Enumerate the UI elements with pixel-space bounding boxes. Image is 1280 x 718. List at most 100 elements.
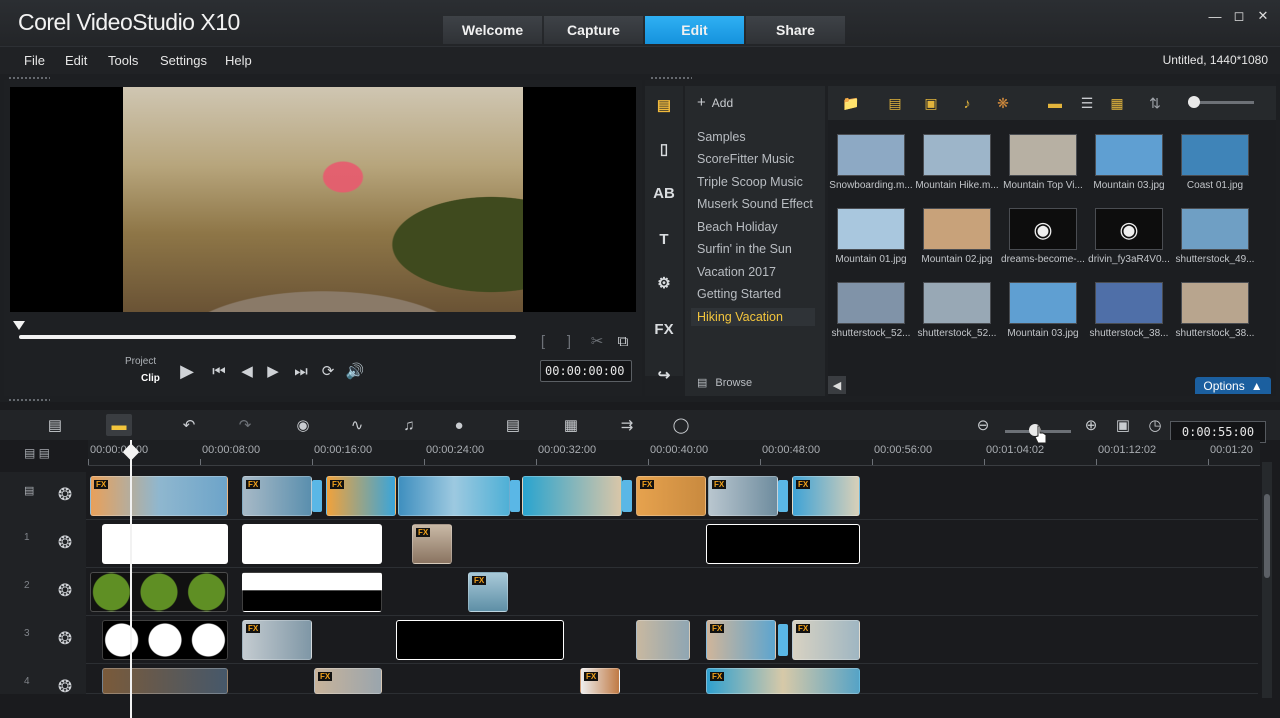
library-thumb[interactable]: shutterstock_52... <box>828 282 914 339</box>
overlay-clip[interactable]: FX <box>314 668 382 694</box>
sort-icon[interactable]: ⇅ <box>1144 92 1166 114</box>
thumb-size-handle[interactable] <box>1188 96 1200 108</box>
path-icon[interactable]: ↪ <box>651 364 677 386</box>
library-thumb[interactable]: Mountain Top Vi... <box>1000 134 1086 191</box>
timeline-clip[interactable]: FX <box>636 476 706 516</box>
overlay-clip[interactable]: FX <box>412 524 452 564</box>
folder-item[interactable]: Surfin' in the Sun <box>697 242 792 256</box>
graphic-icon[interactable]: ⚙ <box>651 272 677 294</box>
transition-marker[interactable] <box>778 480 788 512</box>
library-thumb[interactable]: ◉ dreams-become-... <box>1000 208 1086 265</box>
view-grid-icon[interactable]: ▦ <box>1106 92 1128 114</box>
menu-settings[interactable]: Settings <box>160 53 207 68</box>
zoom-out-icon[interactable]: ⊖ <box>970 414 996 436</box>
overlay-clip[interactable]: FX <box>580 668 620 694</box>
zoom-in-icon[interactable]: ⊕ <box>1078 414 1104 436</box>
enlarge-preview-icon[interactable]: ⧉ <box>612 330 634 352</box>
library-thumb[interactable]: ◉ drivin_fy3aR4V0... <box>1086 208 1172 265</box>
preview-window[interactable] <box>10 87 636 312</box>
library-thumb[interactable]: Mountain 02.jpg <box>914 208 1000 265</box>
folder-icon[interactable]: 📁 <box>840 92 862 114</box>
show-videos-icon[interactable]: ▤ <box>884 92 906 114</box>
multi-camera-icon[interactable]: ▦ <box>558 414 584 436</box>
options-button[interactable]: Options ▲ <box>1195 377 1271 394</box>
view-thumbnail-icon[interactable]: ▬ <box>1044 92 1066 114</box>
overlay-clip[interactable]: FX <box>792 620 860 660</box>
transition-marker[interactable] <box>510 480 520 512</box>
film-reel-icon[interactable]: ❂ <box>54 484 76 506</box>
transition-marker[interactable] <box>778 624 788 656</box>
home-icon[interactable]: ⏮ <box>208 360 230 382</box>
tab-welcome[interactable]: Welcome <box>443 16 542 44</box>
overlay-clip[interactable] <box>636 620 690 660</box>
record-capture-icon[interactable]: ◉ <box>290 414 316 436</box>
show-audio-icon[interactable]: ♪ <box>956 92 978 114</box>
instant-project-icon[interactable]: ▯ <box>651 138 677 160</box>
timeline-clip[interactable]: FX <box>90 476 228 516</box>
close-icon[interactable]: ✕ <box>1252 6 1274 26</box>
maximize-icon[interactable]: ◻ <box>1228 6 1250 26</box>
show-photos-icon[interactable]: ▣ <box>920 92 942 114</box>
prev-frame-icon[interactable]: ◀ <box>236 360 258 382</box>
library-thumb[interactable]: shutterstock_49... <box>1172 208 1258 265</box>
play-icon[interactable]: ▶ <box>176 360 198 382</box>
timeline-view-icon[interactable]: ▬ <box>106 414 132 436</box>
library-thumb[interactable]: Snowboarding.m... <box>828 134 914 191</box>
playhead[interactable] <box>130 440 132 718</box>
timeline-clip[interactable]: FX <box>792 476 860 516</box>
timeline-clip[interactable]: FX <box>326 476 396 516</box>
library-thumb[interactable]: Mountain 01.jpg <box>828 208 914 265</box>
folder-item[interactable]: Beach Holiday <box>697 220 778 234</box>
minimize-icon[interactable]: — <box>1204 6 1226 26</box>
filter-icon[interactable]: FX <box>651 318 677 340</box>
overlay-clip[interactable]: FX <box>706 620 776 660</box>
tab-edit[interactable]: Edit <box>645 16 744 44</box>
view-list-icon[interactable]: ☰ <box>1076 92 1098 114</box>
ripple-edit-icon[interactable]: ▤ <box>24 484 34 497</box>
folder-item[interactable]: Samples <box>697 130 746 144</box>
overlay-clip[interactable] <box>102 668 228 694</box>
overlay-clip[interactable]: FX <box>706 668 860 694</box>
scrubber-track[interactable] <box>19 335 516 339</box>
menu-edit[interactable]: Edit <box>65 53 87 68</box>
folder-item[interactable]: Vacation 2017 <box>697 265 776 279</box>
timecode-field[interactable]: 00:00:00:00 <box>540 360 632 382</box>
library-thumb[interactable]: Coast 01.jpg <box>1172 134 1258 191</box>
repeat-icon[interactable]: ⟳ <box>317 360 339 382</box>
library-thumb[interactable]: shutterstock_52... <box>914 282 1000 339</box>
transition-icon[interactable]: AB <box>651 182 677 204</box>
time-ruler[interactable]: 00:00:00:00 00:00:08:00 00:00:16:00 00:0… <box>88 440 1260 466</box>
film-reel-icon[interactable]: ❂ <box>54 580 76 602</box>
subtitle-editor-icon[interactable]: ▤ <box>500 414 526 436</box>
transition-marker[interactable] <box>312 480 322 512</box>
library-thumb[interactable]: Mountain 03.jpg <box>1086 134 1172 191</box>
folder-item[interactable]: Triple Scoop Music <box>697 175 803 189</box>
mode-project[interactable]: Project <box>125 356 156 367</box>
library-thumb[interactable]: Mountain 03.jpg <box>1000 282 1086 339</box>
mask-creator-icon[interactable]: ◯ <box>668 414 694 436</box>
overlay-clip[interactable]: FX <box>468 572 508 612</box>
library-thumb[interactable]: shutterstock_38... <box>1086 282 1172 339</box>
overlay-clip[interactable] <box>242 572 382 612</box>
overlay-clip[interactable] <box>706 524 860 564</box>
overlay-clip[interactable] <box>396 620 564 660</box>
browse-button[interactable]: ▤ Browse <box>697 376 752 389</box>
fit-project-icon[interactable]: ▣ <box>1110 414 1136 436</box>
timeline-clip[interactable]: FX <box>242 476 312 516</box>
volume-icon[interactable]: 🔊 <box>344 360 366 382</box>
collapse-library-icon[interactable]: ◀ <box>828 376 846 394</box>
folder-item[interactable]: Muserk Sound Effect <box>697 197 813 211</box>
split-clip-icon[interactable]: ✂ <box>586 330 608 352</box>
track-manager-icon[interactable]: ▤ ▤ <box>24 446 50 460</box>
library-thumb[interactable]: Mountain Hike.m... <box>914 134 1000 191</box>
timeline-scrollbar-thumb[interactable] <box>1264 494 1270 578</box>
title-icon[interactable]: T <box>651 228 677 250</box>
timeline-clip[interactable] <box>522 476 622 516</box>
show-project-icon[interactable]: ❋ <box>992 92 1014 114</box>
time-remapping-icon[interactable]: ⇉ <box>614 414 640 436</box>
motion-tracking-icon[interactable]: ● <box>446 414 472 436</box>
overlay-clip[interactable] <box>102 620 228 660</box>
overlay-clip[interactable]: FX <box>242 620 312 660</box>
library-thumb[interactable]: shutterstock_38... <box>1172 282 1258 339</box>
tab-capture[interactable]: Capture <box>544 16 643 44</box>
